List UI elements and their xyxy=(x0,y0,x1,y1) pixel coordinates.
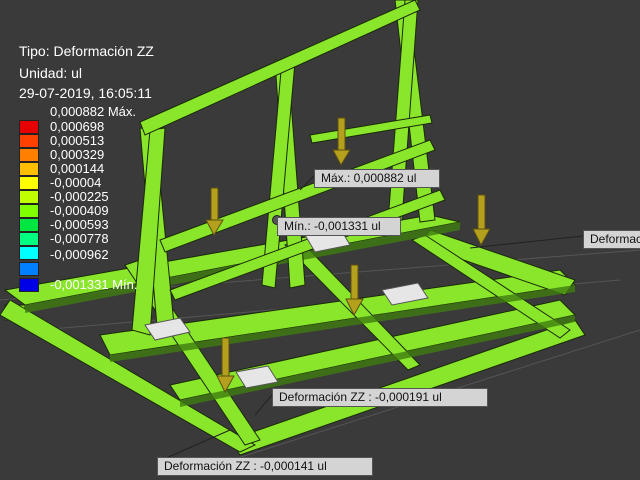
legend-swatch xyxy=(19,262,39,276)
legend-label: -0,000593 xyxy=(50,217,109,232)
max-probe-label[interactable]: Máx.: 0,000882 ul xyxy=(314,169,440,188)
legend-label: -0,000962 xyxy=(50,247,109,262)
legend-swatch xyxy=(19,148,39,162)
legend-swatch xyxy=(19,120,39,134)
legend-swatch xyxy=(19,176,39,190)
result-type: Tipo: Deformación ZZ xyxy=(19,43,154,59)
legend-swatch xyxy=(19,246,39,260)
legend-label: -0,00004 xyxy=(50,175,102,190)
legend-label: -0,001331 Mín. xyxy=(50,277,138,292)
legend-swatch xyxy=(19,134,39,148)
result-unit: Unidad: ul xyxy=(19,65,83,81)
legend-label: 0,000329 xyxy=(50,147,105,162)
legend-swatch xyxy=(19,218,39,232)
legend-label: 0,000698 xyxy=(50,119,105,134)
min-probe-label[interactable]: Mín.: -0,001331 ul xyxy=(277,217,401,236)
legend-swatch xyxy=(19,190,39,204)
legend-label: 0,000144 xyxy=(50,161,105,176)
legend-swatch xyxy=(19,162,39,176)
legend-label: 0,000513 xyxy=(50,133,105,148)
legend-label: -0,000409 xyxy=(50,203,109,218)
legend-swatch xyxy=(19,204,39,218)
legend-label: -0,000778 xyxy=(50,231,109,246)
probe-label-3[interactable]: Deformación ZZ xyxy=(583,230,640,249)
legend-swatch xyxy=(19,278,39,292)
result-timestamp: 29-07-2019, 16:05:11 xyxy=(19,85,152,101)
probe-label-2[interactable]: Deformación ZZ : -0,000141 ul xyxy=(157,457,373,476)
legend-swatch xyxy=(19,232,39,246)
legend-label: -0,000225 xyxy=(50,189,109,204)
legend-label: 0,000882 Máx. xyxy=(50,104,137,119)
probe-label-1[interactable]: Deformación ZZ : -0,000191 ul xyxy=(272,388,488,407)
